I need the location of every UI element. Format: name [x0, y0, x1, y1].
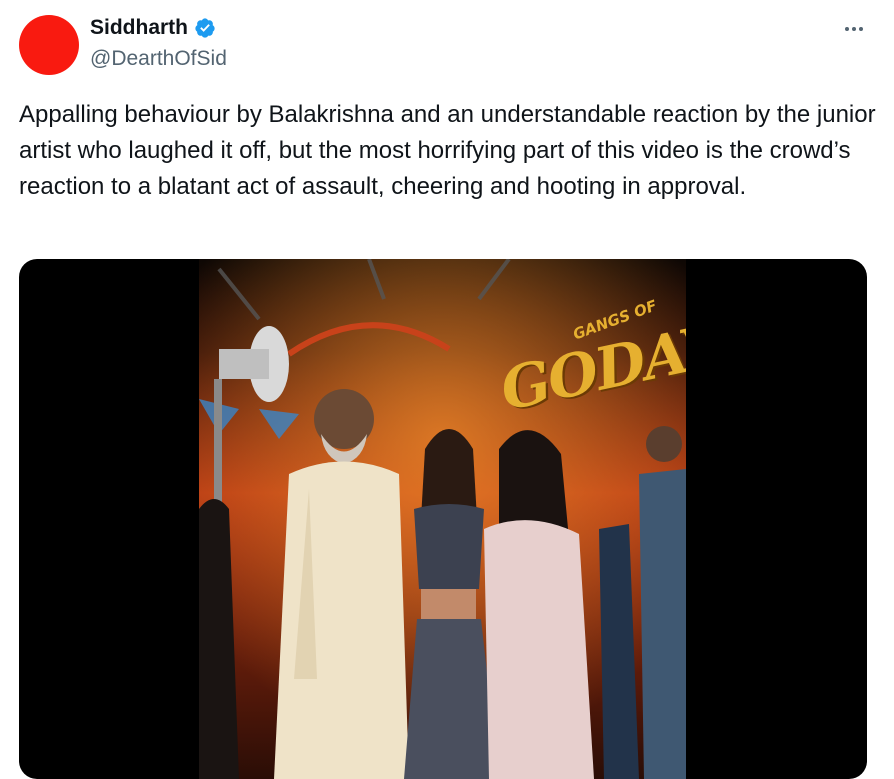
display-name[interactable]: Siddharth	[90, 16, 188, 40]
video-player[interactable]: GANGS OF GODAVA	[19, 259, 867, 779]
verified-badge-icon	[195, 18, 215, 38]
more-dot-icon	[859, 27, 863, 31]
more-options-button[interactable]	[838, 18, 870, 40]
tweet-text: Appalling behaviour by Balakrishna and a…	[19, 101, 876, 200]
more-dot-icon	[852, 27, 856, 31]
more-dot-icon	[845, 27, 849, 31]
avatar[interactable]	[19, 15, 79, 75]
author-name-row: Siddharth	[90, 16, 216, 40]
author-handle[interactable]: @DearthOfSid	[90, 47, 227, 71]
video-frame: GANGS OF GODAVA	[199, 259, 686, 779]
